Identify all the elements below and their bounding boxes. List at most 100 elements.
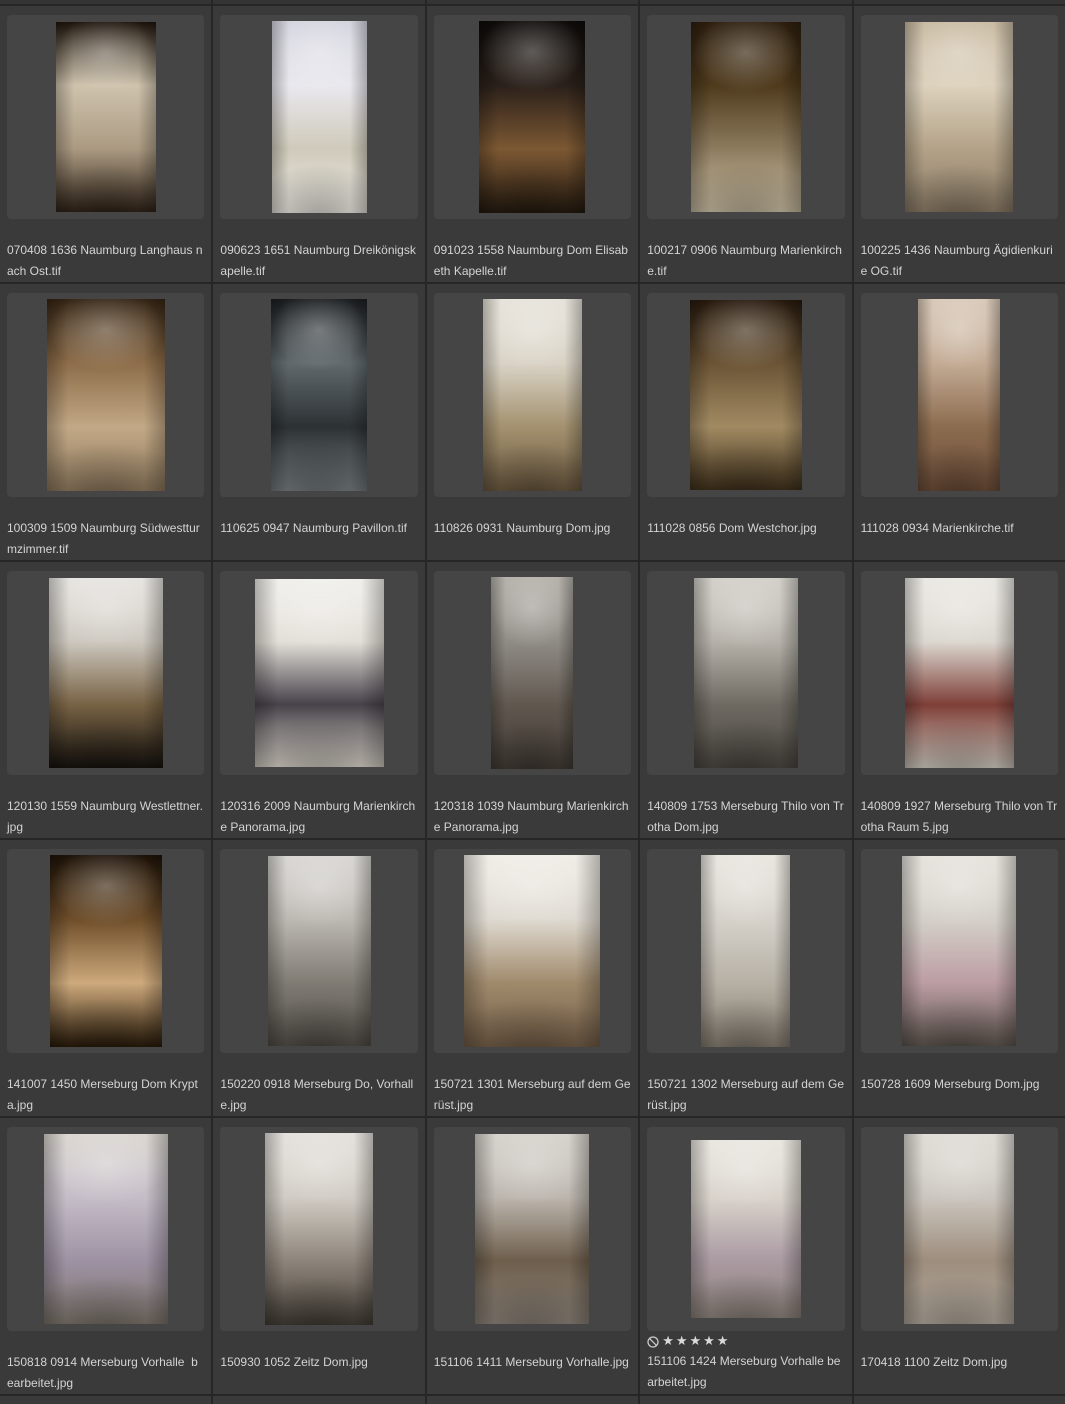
photo-tile[interactable]: 150721 1301 Merseburg auf dem Gerüst.jpg: [427, 840, 638, 1116]
thumbnail-frame[interactable]: [434, 1127, 631, 1331]
thumbnail-image[interactable]: [56, 22, 156, 212]
filename-label[interactable]: 110625 0947 Naumburg Pavillon.tif: [220, 518, 417, 539]
filename-label[interactable]: 141007 1450 Merseburg Dom Krypta.jpg: [7, 1074, 204, 1116]
photo-tile[interactable]: 100309 1509 Naumburg Südwestturmzimmer.t…: [0, 284, 211, 560]
thumbnail-image[interactable]: [904, 1134, 1014, 1324]
photo-tile[interactable]: 150930 1052 Zeitz Dom.jpg: [213, 1118, 424, 1394]
filename-label[interactable]: 100217 0906 Naumburg Marienkirche.tif: [647, 240, 844, 282]
filename-label[interactable]: 120318 1039 Naumburg Marienkirche Panora…: [434, 796, 631, 838]
thumbnail-image[interactable]: [272, 21, 367, 213]
thumbnail-image[interactable]: [464, 855, 600, 1047]
photo-tile[interactable]: 170418 1100 Zeitz Dom.jpg: [854, 1118, 1065, 1394]
thumbnail-image[interactable]: [479, 21, 585, 213]
filename-label[interactable]: 120130 1559 Naumburg Westlettner.jpg: [7, 796, 204, 838]
thumbnail-image[interactable]: [271, 299, 367, 491]
photo-tile[interactable]: 150721 1302 Merseburg auf dem Gerüst.jpg: [640, 840, 851, 1116]
filename-label[interactable]: 150818 0914 Merseburg Vorhalle bearbeite…: [7, 1352, 204, 1394]
photo-tile[interactable]: 141007 1450 Merseburg Dom Krypta.jpg: [0, 840, 211, 1116]
thumbnail-image[interactable]: [691, 22, 801, 212]
thumbnail-frame[interactable]: [434, 15, 631, 219]
photo-tile[interactable]: 150220 0918 Merseburg Do, Vorhalle.jpg: [213, 840, 424, 1116]
thumbnail-image[interactable]: [690, 300, 802, 490]
thumbnail-frame[interactable]: [861, 15, 1058, 219]
thumbnail-image[interactable]: [255, 579, 384, 767]
rating-row[interactable]: ★★★★★: [647, 1335, 844, 1349]
photo-tile[interactable]: 120318 1039 Naumburg Marienkirche Panora…: [427, 562, 638, 838]
thumbnail-frame[interactable]: [861, 293, 1058, 497]
filename-label[interactable]: 151106 1424 Merseburg Vorhalle bearbeite…: [647, 1351, 844, 1393]
photo-tile[interactable]: 090623 1651 Naumburg Dreikönigskapelle.t…: [213, 6, 424, 282]
photo-tile[interactable]: 120130 1559 Naumburg Westlettner.jpg: [0, 562, 211, 838]
photo-tile[interactable]: 151106 1411 Merseburg Vorhalle.jpg: [427, 1118, 638, 1394]
thumbnail-image[interactable]: [47, 299, 165, 491]
filename-label[interactable]: 120316 2009 Naumburg Marienkirche Panora…: [220, 796, 417, 838]
thumbnail-image[interactable]: [918, 299, 1000, 491]
thumbnail-frame[interactable]: [220, 571, 417, 775]
photo-tile[interactable]: 111028 0856 Dom Westchor.jpg: [640, 284, 851, 560]
photo-tile[interactable]: 110625 0947 Naumburg Pavillon.tif: [213, 284, 424, 560]
filename-label[interactable]: 150721 1301 Merseburg auf dem Gerüst.jpg: [434, 1074, 631, 1116]
thumbnail-frame[interactable]: [647, 1127, 844, 1331]
thumbnail-image[interactable]: [49, 578, 163, 768]
thumbnail-frame[interactable]: [647, 849, 844, 1053]
thumbnail-frame[interactable]: [7, 15, 204, 219]
photo-tile[interactable]: 140809 1927 Merseburg Thilo von Trotha R…: [854, 562, 1065, 838]
filename-label[interactable]: 140809 1753 Merseburg Thilo von Trotha D…: [647, 796, 844, 838]
filename-label[interactable]: 091023 1558 Naumburg Dom Elisabeth Kapel…: [434, 240, 631, 282]
filename-label[interactable]: 150728 1609 Merseburg Dom.jpg: [861, 1074, 1058, 1095]
reject-icon[interactable]: [647, 1336, 659, 1348]
thumbnail-image[interactable]: [268, 856, 371, 1046]
thumbnail-frame[interactable]: [220, 849, 417, 1053]
photo-tile[interactable]: 150728 1609 Merseburg Dom.jpg: [854, 840, 1065, 1116]
thumbnail-frame[interactable]: [434, 849, 631, 1053]
thumbnail-frame[interactable]: [220, 15, 417, 219]
thumbnail-frame[interactable]: [7, 849, 204, 1053]
thumbnail-image[interactable]: [265, 1133, 373, 1325]
photo-tile[interactable]: 091023 1558 Naumburg Dom Elisabeth Kapel…: [427, 6, 638, 282]
photo-tile[interactable]: 150818 0914 Merseburg Vorhalle bearbeite…: [0, 1118, 211, 1394]
thumbnail-image[interactable]: [902, 856, 1016, 1046]
filename-label[interactable]: 070408 1636 Naumburg Langhaus nach Ost.t…: [7, 240, 204, 282]
thumbnail-image[interactable]: [475, 1134, 589, 1324]
thumbnail-frame[interactable]: [7, 1127, 204, 1331]
thumbnail-frame[interactable]: [647, 571, 844, 775]
thumbnail-frame[interactable]: [220, 293, 417, 497]
thumbnail-frame[interactable]: [861, 571, 1058, 775]
thumbnail-image[interactable]: [491, 577, 573, 769]
photo-tile[interactable]: 100217 0906 Naumburg Marienkirche.tif: [640, 6, 851, 282]
thumbnail-image[interactable]: [905, 22, 1013, 212]
photo-tile[interactable]: ★★★★★ 151106 1424 Merseburg Vorhalle bea…: [640, 1118, 851, 1394]
thumbnail-image[interactable]: [701, 855, 790, 1047]
filename-label[interactable]: 111028 0934 Marienkirche.tif: [861, 518, 1058, 539]
thumbnail-frame[interactable]: [7, 571, 204, 775]
photo-tile[interactable]: 070408 1636 Naumburg Langhaus nach Ost.t…: [0, 6, 211, 282]
thumbnail-image[interactable]: [44, 1134, 168, 1324]
filename-label[interactable]: 150721 1302 Merseburg auf dem Gerüst.jpg: [647, 1074, 844, 1116]
filename-label[interactable]: 110826 0931 Naumburg Dom.jpg: [434, 518, 631, 539]
thumbnail-frame[interactable]: [220, 1127, 417, 1331]
filename-label[interactable]: 140809 1927 Merseburg Thilo von Trotha R…: [861, 796, 1058, 838]
thumbnail-image[interactable]: [691, 1140, 801, 1318]
thumbnail-frame[interactable]: [861, 849, 1058, 1053]
photo-tile[interactable]: 100225 1436 Naumburg Ägidienkurie OG.tif: [854, 6, 1065, 282]
filename-label[interactable]: 150220 0918 Merseburg Do, Vorhalle.jpg: [220, 1074, 417, 1116]
thumbnail-frame[interactable]: [434, 571, 631, 775]
filename-label[interactable]: 151106 1411 Merseburg Vorhalle.jpg: [434, 1352, 631, 1373]
thumbnail-frame[interactable]: [647, 293, 844, 497]
thumbnail-frame[interactable]: [861, 1127, 1058, 1331]
filename-label[interactable]: 170418 1100 Zeitz Dom.jpg: [861, 1352, 1058, 1373]
filename-label[interactable]: 111028 0856 Dom Westchor.jpg: [647, 518, 844, 539]
thumbnail-image[interactable]: [50, 855, 162, 1047]
filename-label[interactable]: 100309 1509 Naumburg Südwestturmzimmer.t…: [7, 518, 204, 560]
thumbnail-image[interactable]: [483, 299, 582, 491]
thumbnail-frame[interactable]: [7, 293, 204, 497]
thumbnail-image[interactable]: [694, 578, 798, 768]
photo-tile[interactable]: 111028 0934 Marienkirche.tif: [854, 284, 1065, 560]
thumbnail-frame[interactable]: [647, 15, 844, 219]
filename-label[interactable]: 150930 1052 Zeitz Dom.jpg: [220, 1352, 417, 1373]
photo-tile[interactable]: 140809 1753 Merseburg Thilo von Trotha D…: [640, 562, 851, 838]
photo-tile[interactable]: 120316 2009 Naumburg Marienkirche Panora…: [213, 562, 424, 838]
filename-label[interactable]: 090623 1651 Naumburg Dreikönigskapelle.t…: [220, 240, 417, 282]
thumbnail-frame[interactable]: [434, 293, 631, 497]
thumbnail-image[interactable]: [905, 578, 1014, 768]
